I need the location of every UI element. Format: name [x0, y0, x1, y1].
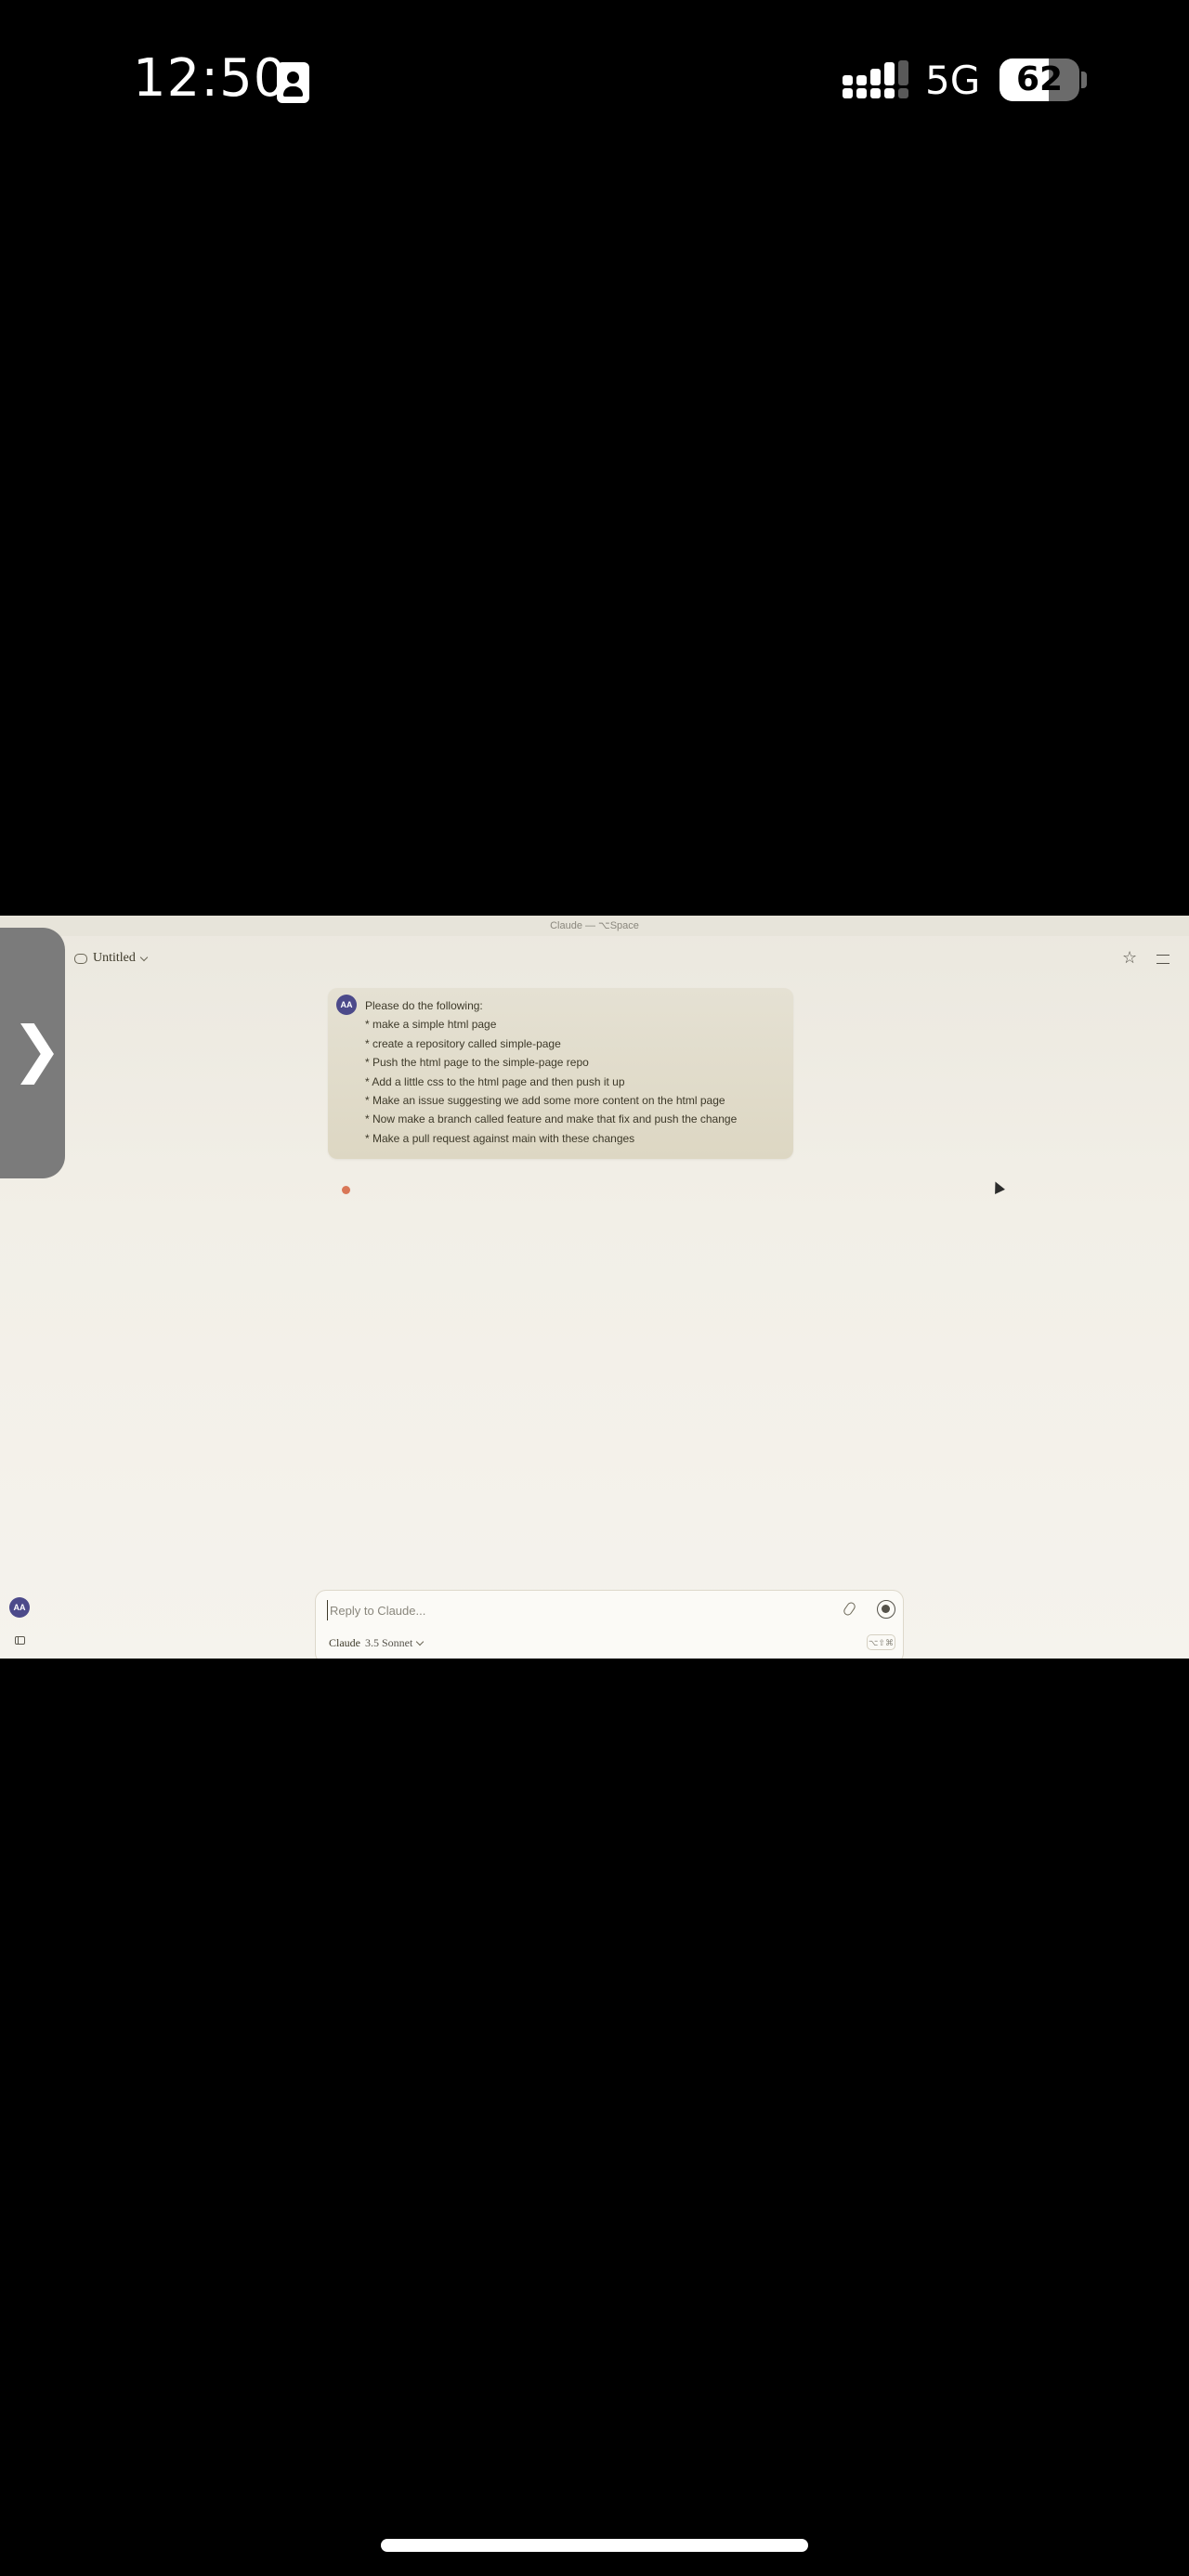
thinking-indicator — [342, 1186, 350, 1194]
composer: Claude 3.5 Sonnet ⌥⇧⌘ — [315, 1590, 904, 1659]
status-bar: 12:50 5G 62 — [0, 0, 1189, 158]
conversation-title-menu[interactable]: Untitled — [74, 951, 149, 966]
mouse-cursor-icon — [990, 1179, 1005, 1194]
paperclip-icon[interactable] — [842, 1600, 857, 1618]
message-line: Please do the following: — [365, 999, 483, 1012]
chat-bubble-icon — [74, 953, 87, 964]
message-line: * Add a little css to the html page and … — [365, 1074, 625, 1088]
chevron-down-icon — [139, 953, 149, 961]
star-icon[interactable]: ☆ — [1122, 948, 1137, 968]
shortcut-hint: ⌥⇧⌘ — [867, 1634, 895, 1650]
app-window: Claude — ⌥Space ❯ Untitled ☆ AA Please d… — [0, 916, 1189, 1659]
avatar: AA — [336, 995, 357, 1015]
send-button[interactable] — [877, 1600, 895, 1619]
signal-bars-icon — [843, 60, 908, 99]
battery-icon: 62 — [1000, 59, 1079, 101]
message-line: * Push the html page to the simple-page … — [365, 1056, 589, 1070]
message-line: * make a simple html page — [365, 1018, 497, 1032]
message-line: * Make a pull request against main with … — [365, 1131, 635, 1145]
conversation-title: Untitled — [93, 951, 136, 965]
network-label: 5G — [925, 58, 981, 103]
side-panel-handle[interactable]: ❯ — [0, 928, 65, 1178]
model-name: Claude — [329, 1636, 360, 1649]
id-card-icon — [277, 62, 309, 103]
window-title: Claude — ⌥Space — [0, 916, 1189, 936]
home-indicator[interactable] — [381, 2539, 808, 2552]
status-time: 12:50 — [133, 48, 288, 109]
message-text: Please do the following: * make a simple… — [365, 996, 786, 1148]
reply-input[interactable] — [327, 1600, 810, 1620]
battery-percent: 62 — [1015, 60, 1064, 98]
battery-cap — [1081, 72, 1087, 88]
message-line: * Make an issue suggesting we add some m… — [365, 1094, 725, 1108]
message-line: * Now make a branch called feature and m… — [365, 1112, 738, 1126]
chevron-down-icon — [416, 1637, 425, 1646]
chevron-right-icon: ❯ — [11, 1013, 63, 1085]
model-version: 3.5 Sonnet — [365, 1636, 413, 1649]
model-selector[interactable]: Claude 3.5 Sonnet — [329, 1636, 425, 1650]
settings-sliders-icon[interactable] — [1156, 955, 1169, 964]
user-avatar[interactable]: AA — [9, 1597, 30, 1618]
sidebar-toggle-icon[interactable] — [15, 1636, 25, 1645]
user-message: AA Please do the following: * make a sim… — [328, 988, 793, 1159]
message-line: * create a repository called simple-page — [365, 1036, 561, 1050]
